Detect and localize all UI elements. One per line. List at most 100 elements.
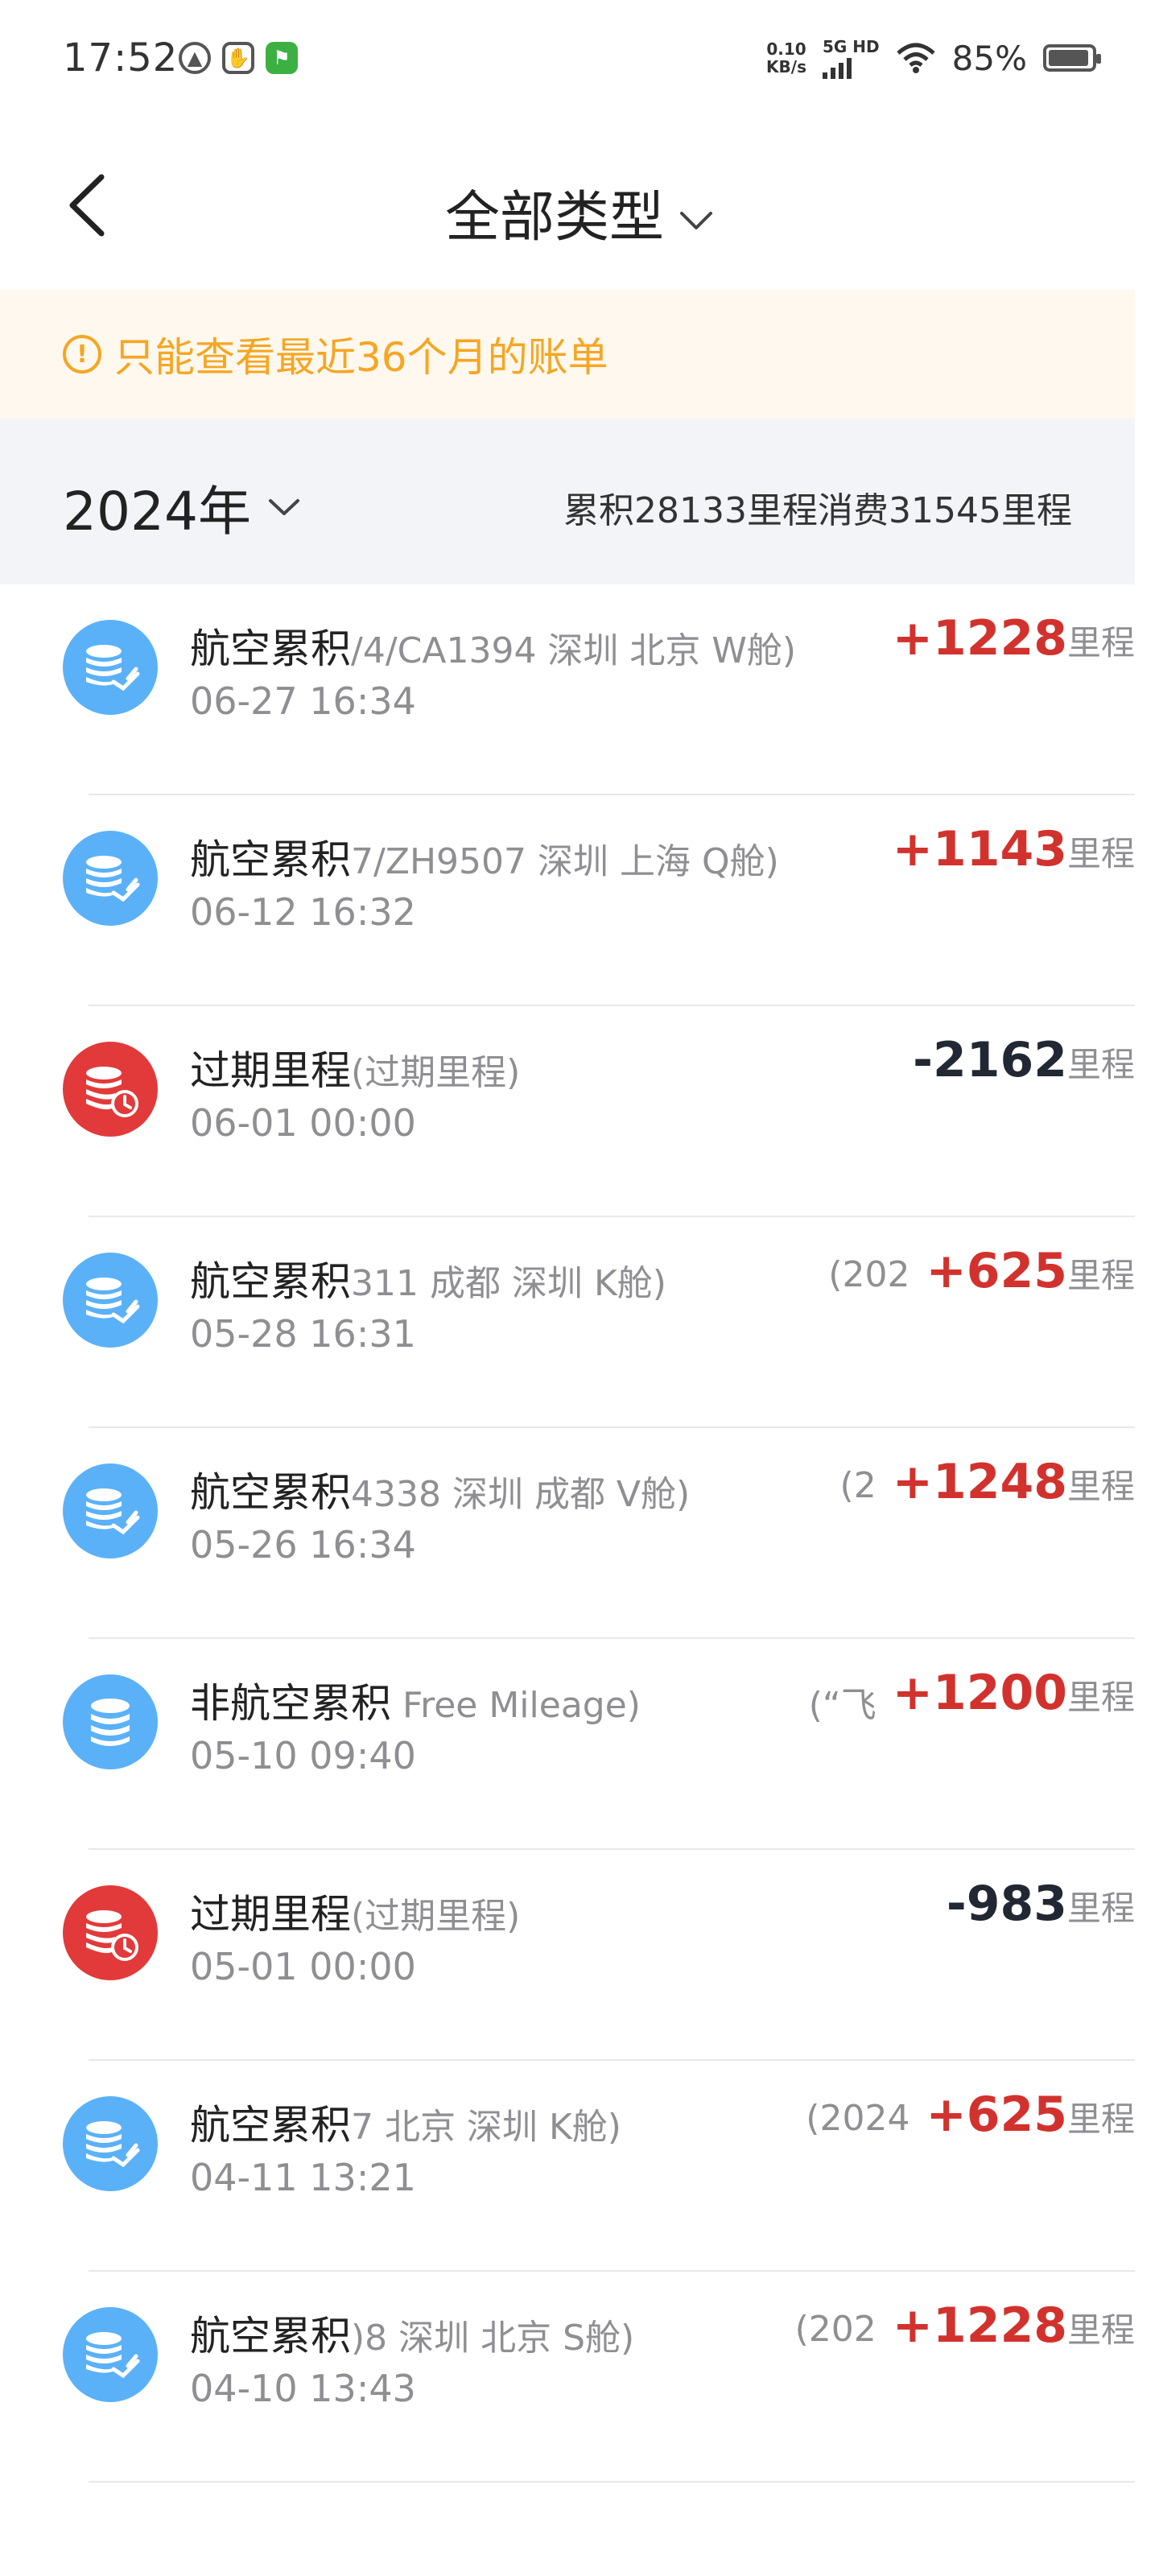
amount-value: +1143: [892, 821, 1067, 877]
amount-value: +1200: [892, 1665, 1067, 1721]
network-speed: 0.10 KB/s: [766, 39, 806, 76]
amount-unit: 里程: [1066, 1045, 1135, 1084]
battery-percent: 85%: [951, 38, 1027, 78]
record-amount: -983 里程: [938, 1876, 1135, 1932]
app-notification-icon: ▲: [179, 42, 211, 74]
record-description: 7/ZH9507 深圳 上海 Q舱): [351, 841, 779, 882]
amount-value: -983: [946, 1876, 1067, 1932]
signal-icon: 5G HD: [823, 37, 880, 79]
coin-stack-plane-icon: [63, 2096, 158, 2191]
record-type: 非航空累积: [190, 1680, 391, 1727]
amount-unit: 里程: [1066, 2099, 1135, 2139]
coin-stack-plane-icon: [63, 620, 158, 715]
amount-unit: 里程: [1066, 1678, 1135, 1717]
mileage-record-row[interactable]: 航空累积)8 深圳 北京 S舱) (202 04-10 13:43 +1228 里程: [0, 2272, 1135, 2483]
record-type: 过期里程: [190, 1891, 351, 1938]
amount-value: +1228: [892, 2297, 1067, 2354]
mileage-record-row[interactable]: 航空累积7/ZH9507 深圳 上海 Q舱) 06-12 16:32 +1143 里程: [0, 795, 1135, 1006]
record-description: (过期里程): [351, 1896, 521, 1937]
amount-value: +1228: [892, 610, 1067, 667]
record-title: 航空累积311 成都 深圳 K舱): [190, 1249, 666, 1307]
page-title: 全部类型: [444, 186, 664, 250]
record-title: 非航空累积 Free Mileage): [190, 1671, 641, 1729]
coin-stack-clock-icon: [63, 1042, 158, 1137]
record-type: 航空累积: [190, 2102, 351, 2149]
battery-icon: [1043, 44, 1101, 72]
record-amount: +625 里程: [918, 2087, 1135, 2143]
record-description: 311 成都 深圳 K舱): [351, 1263, 666, 1304]
amount-value: +625: [926, 1243, 1067, 1299]
amount-unit: 里程: [1066, 1889, 1135, 1928]
record-amount: +625 里程: [918, 1243, 1135, 1299]
record-description: 4338 深圳 成都 V舱): [351, 1474, 691, 1515]
record-amount: +1248 里程: [884, 1454, 1135, 1510]
mileage-record-row[interactable]: 航空累积4338 深圳 成都 V舱) (2 05-26 16:34 +1248 里程: [0, 1428, 1135, 1639]
record-time: 05-26 16:34: [190, 1523, 416, 1567]
info-icon: !: [63, 335, 101, 374]
record-description-overflow: (202: [828, 1254, 910, 1295]
type-filter-dropdown[interactable]: 全部类型: [0, 172, 1159, 252]
mileage-record-row[interactable]: 航空累积7 北京 深圳 K舱) (2024 04-11 13:21 +625 里程: [0, 2061, 1135, 2272]
status-bar: 17:52 ▲ ✋ ⚑ 0.10 KB/s 5G HD 85%: [0, 0, 1159, 121]
amount-unit: 里程: [1066, 1256, 1135, 1295]
record-description: )8 深圳 北京 S舱): [351, 2318, 635, 2359]
record-title: 过期里程(过期里程): [190, 1038, 520, 1096]
wifi-icon: [896, 43, 935, 73]
status-notification-icons: ▲ ✋ ⚑: [179, 42, 298, 74]
record-description: 7 北京 深圳 K舱): [351, 2107, 621, 2148]
record-title: 航空累积4338 深圳 成都 V舱): [190, 1460, 690, 1518]
amount-unit: 里程: [1066, 623, 1135, 663]
coin-stack-clock-icon: [63, 1885, 158, 1980]
record-description-overflow: (2: [839, 1465, 876, 1506]
record-title: 航空累积7 北京 深圳 K舱): [190, 2093, 621, 2151]
record-time: 06-01 00:00: [190, 1101, 416, 1145]
coin-stack-plane-icon: [63, 1463, 158, 1558]
record-amount: -2162 里程: [905, 1032, 1135, 1088]
hand-notification-icon: ✋: [222, 42, 254, 74]
coin-stack-plane-icon: [63, 831, 158, 926]
status-time: 17:52: [63, 35, 179, 80]
notice-banner: ! 只能查看最近36个月的账单: [0, 290, 1135, 419]
record-description-overflow: (2024: [806, 2098, 910, 2139]
amount-value: +1248: [892, 1454, 1067, 1510]
status-right: 0.10 KB/s 5G HD 85%: [766, 37, 1101, 79]
record-time: 05-10 09:40: [190, 1734, 416, 1777]
mileage-record-row[interactable]: 过期里程(过期里程) 05-01 00:00 -983 里程: [0, 1850, 1135, 2061]
record-title: 航空累积/4/CA1394 深圳 北京 W舱): [190, 617, 796, 675]
mileage-record-list: 航空累积/4/CA1394 深圳 北京 W舱) 06-27 16:34 +1228 里…: [0, 584, 1135, 2483]
record-time: 04-10 13:43: [190, 2367, 416, 2410]
record-amount: +1143 里程: [884, 821, 1135, 877]
record-type: 航空累积: [190, 625, 351, 672]
amount-value: +625: [926, 2087, 1067, 2143]
amount-value: -2162: [913, 1032, 1067, 1088]
record-time: 05-28 16:31: [190, 1312, 416, 1356]
record-title: 航空累积7/ZH9507 深圳 上海 Q舱): [190, 828, 779, 886]
record-type: 过期里程: [190, 1047, 351, 1094]
record-title: 过期里程(过期里程): [190, 1882, 520, 1940]
record-description: /4/CA1394 深圳 北京 W舱): [351, 630, 797, 671]
record-description: Free Mileage): [391, 1685, 641, 1726]
year-summary: 累积28133里程消费31545里程: [563, 490, 1072, 531]
record-time: 05-01 00:00: [190, 1945, 416, 1988]
year-header: 2024年 累积28133里程消费31545里程: [0, 419, 1135, 584]
notice-text: 只能查看最近36个月的账单: [114, 334, 608, 381]
mileage-record-row[interactable]: 过期里程(过期里程) 06-01 00:00 -2162 里程: [0, 1006, 1135, 1217]
record-description-overflow: (“飞: [808, 1676, 876, 1728]
coin-stack-icon: [63, 1674, 158, 1769]
record-time: 06-12 16:32: [190, 890, 416, 934]
row-divider: [89, 2481, 1135, 2483]
green-app-notification-icon: ⚑: [266, 42, 298, 74]
nav-bar: 全部类型: [0, 121, 1159, 290]
record-description-overflow: (202: [794, 2309, 876, 2350]
mileage-record-row[interactable]: 航空累积/4/CA1394 深圳 北京 W舱) 06-27 16:34 +1228 里…: [0, 584, 1135, 795]
mileage-record-row[interactable]: 非航空累积 Free Mileage) (“飞 05-10 09:40 +1200 里程: [0, 1639, 1135, 1850]
record-type: 航空累积: [190, 1258, 351, 1305]
record-title: 航空累积)8 深圳 北京 S舱): [190, 2304, 634, 2362]
year-selector[interactable]: 2024年: [63, 469, 301, 546]
chevron-down-icon: [268, 499, 299, 515]
record-amount: +1200 里程: [884, 1665, 1135, 1721]
mileage-record-row[interactable]: 航空累积311 成都 深圳 K舱) (202 05-28 16:31 +625 里程: [0, 1217, 1135, 1428]
amount-unit: 里程: [1066, 2310, 1135, 2350]
amount-unit: 里程: [1066, 1467, 1135, 1506]
record-description: (过期里程): [351, 1052, 521, 1093]
